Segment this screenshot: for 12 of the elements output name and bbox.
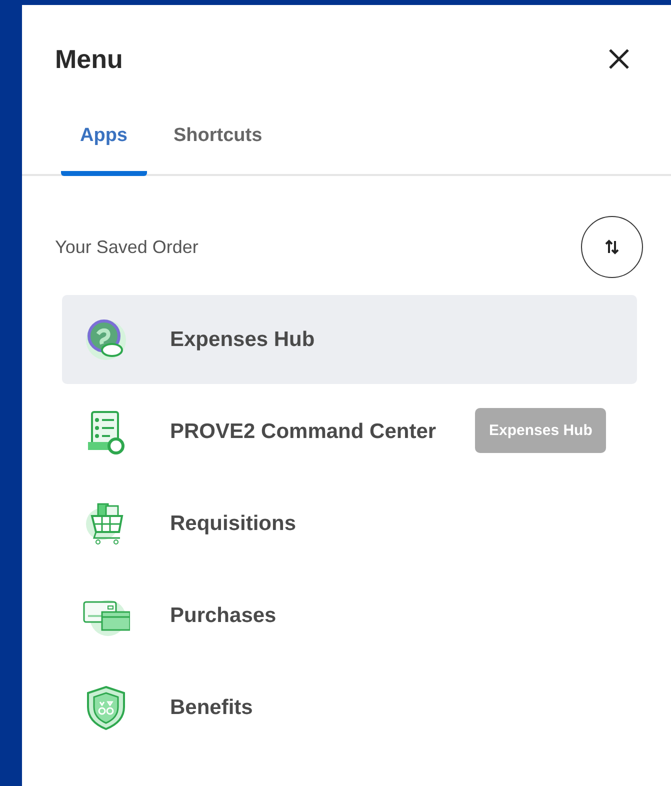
app-item[interactable]: Requisitions xyxy=(62,479,308,568)
section-label: Your Saved Order xyxy=(55,236,198,258)
close-button[interactable] xyxy=(607,47,631,71)
app-item[interactable]: PROVE2 Command Center xyxy=(62,387,448,476)
tab[interactable]: Shortcuts xyxy=(154,113,282,176)
app-item[interactable]: Expenses Hub xyxy=(62,295,637,384)
app-item[interactable]: Purchases xyxy=(62,571,288,660)
menu-title: Menu xyxy=(55,44,123,74)
tooltip: Expenses Hub xyxy=(475,408,606,453)
close-icon xyxy=(607,47,631,71)
tab[interactable]: Apps xyxy=(61,113,146,176)
app-item[interactable]: Benefits xyxy=(62,663,265,752)
